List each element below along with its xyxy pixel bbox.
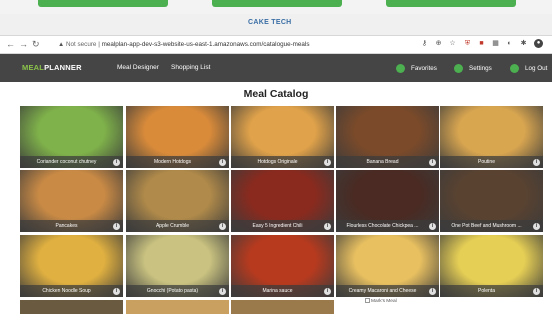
page-title: Meal Catalog bbox=[243, 88, 309, 100]
meal-name: Marina sauce bbox=[231, 285, 334, 297]
broken-image[interactable]: Mark's Meal bbox=[365, 298, 397, 304]
meal-name: Banana Bread bbox=[336, 156, 439, 168]
brand-logo: CAKE TECH bbox=[248, 19, 292, 26]
info-icon[interactable]: i bbox=[429, 223, 436, 230]
star-icon[interactable]: ☆ bbox=[448, 39, 457, 48]
forward-icon[interactable]: → bbox=[19, 39, 28, 49]
meal-card[interactable]: Modern Hotdogs i bbox=[126, 106, 229, 168]
back-icon[interactable]: ← bbox=[6, 39, 15, 49]
meal-name: Creamy Macaroni and Cheese bbox=[336, 285, 439, 297]
meal-name: Gnocchi (Potato pasta) bbox=[126, 285, 229, 297]
info-icon[interactable]: i bbox=[429, 288, 436, 295]
meal-name: Flourless Chocolate Chickpea ... bbox=[336, 220, 439, 232]
meal-card[interactable]: Coriander coconut chutney i bbox=[20, 106, 123, 168]
browser-toolbar: ← → ↻ ▲ Not secure | mealplan-app-dev-s3… bbox=[0, 36, 552, 54]
meal-card[interactable]: Creamy Macaroni and Cheese i bbox=[336, 235, 439, 297]
url-text: mealplan-app-dev-s3-website-us-east-1.am… bbox=[101, 41, 310, 48]
puzzle-icon[interactable]: ✱ bbox=[519, 39, 528, 48]
info-icon[interactable]: i bbox=[324, 159, 331, 166]
profile-avatar-icon[interactable]: ● bbox=[534, 39, 543, 48]
logo-prefix: MEAL bbox=[22, 63, 45, 72]
info-icon[interactable]: i bbox=[324, 223, 331, 230]
info-icon[interactable]: i bbox=[113, 288, 120, 295]
nav-logout[interactable]: Log Out bbox=[510, 62, 547, 74]
meal-name: Apple Crumble bbox=[126, 220, 229, 232]
favorites-icon bbox=[396, 63, 405, 73]
info-icon[interactable]: i bbox=[219, 223, 226, 230]
meal-card[interactable]: Chicken Noodle Soup i bbox=[20, 235, 123, 297]
info-icon[interactable]: i bbox=[219, 159, 226, 166]
warning-icon: ▲ bbox=[58, 41, 66, 48]
meal-name: Poutine bbox=[440, 156, 543, 168]
partial-green-button[interactable] bbox=[38, 0, 168, 7]
meal-card-partial[interactable] bbox=[126, 300, 229, 314]
grid-icon[interactable]: ▦ bbox=[491, 39, 500, 48]
meal-name: Pancakes bbox=[20, 220, 123, 232]
security-label: Not secure bbox=[65, 41, 97, 48]
app-navbar: MEALPLANNER Meal Designer Shopping List … bbox=[0, 54, 552, 82]
info-icon[interactable]: i bbox=[113, 223, 120, 230]
logout-label: Log Out bbox=[525, 64, 548, 72]
partial-green-button[interactable] bbox=[212, 0, 342, 7]
meal-name: Modern Hotdogs bbox=[126, 156, 229, 168]
extension-icon[interactable]: ◐ bbox=[505, 39, 514, 48]
meal-card[interactable]: Polenta i bbox=[440, 235, 543, 297]
nav-meal-designer[interactable]: Meal Designer bbox=[117, 64, 159, 71]
logout-icon bbox=[510, 63, 519, 73]
address-bar[interactable]: ▲ Not secure | mealplan-app-dev-s3-websi… bbox=[58, 39, 418, 51]
settings-icon bbox=[454, 63, 463, 73]
meal-card[interactable]: Easy 5 Ingredient Chili i bbox=[231, 170, 334, 232]
meal-card[interactable]: Hotdogs Originale i bbox=[231, 106, 334, 168]
nav-shopping-list[interactable]: Shopping List bbox=[171, 64, 210, 71]
logo-suffix: PLANNER bbox=[44, 63, 82, 72]
info-icon[interactable]: i bbox=[429, 159, 436, 166]
meal-name: One Pot Beef and Mushroom ... bbox=[440, 220, 543, 232]
partial-green-button[interactable] bbox=[386, 0, 516, 7]
meal-name: Coriander coconut chutney bbox=[20, 156, 123, 168]
app-logo[interactable]: MEALPLANNER bbox=[22, 63, 82, 72]
key-icon[interactable]: ⚷ bbox=[420, 39, 429, 48]
info-icon[interactable]: i bbox=[219, 288, 226, 295]
previous-section-strip bbox=[0, 0, 552, 14]
info-icon[interactable]: i bbox=[113, 159, 120, 166]
meal-card[interactable]: Apple Crumble i bbox=[126, 170, 229, 232]
meal-card-partial[interactable] bbox=[231, 300, 334, 314]
meal-name: Polenta bbox=[440, 285, 543, 297]
meal-card[interactable]: Poutine i bbox=[440, 106, 543, 168]
broken-image-icon bbox=[365, 298, 370, 303]
settings-label: Settings bbox=[469, 64, 492, 72]
meal-card[interactable]: Gnocchi (Potato pasta) i bbox=[126, 235, 229, 297]
brand-bar: CAKE TECH bbox=[0, 14, 552, 36]
broken-image-alt: Mark's Meal bbox=[371, 299, 397, 304]
meal-card[interactable]: Pancakes i bbox=[20, 170, 123, 232]
meal-card-partial[interactable] bbox=[20, 300, 123, 314]
meal-card[interactable]: Flourless Chocolate Chickpea ... i bbox=[336, 170, 439, 232]
meal-name: Chicken Noodle Soup bbox=[20, 285, 123, 297]
browser-extensions: ⚷ ⊕ ☆ ⛨ ■ ▦ ◐ ✱ ● bbox=[420, 39, 550, 51]
nav-settings[interactable]: Settings bbox=[454, 62, 492, 74]
info-icon[interactable]: i bbox=[533, 159, 540, 166]
meal-name: Hotdogs Originale bbox=[231, 156, 334, 168]
meal-card[interactable]: Marina sauce i bbox=[231, 235, 334, 297]
meal-card[interactable]: Banana Bread i bbox=[336, 106, 439, 168]
meal-card[interactable]: One Pot Beef and Mushroom ... i bbox=[440, 170, 543, 232]
info-icon[interactable]: i bbox=[533, 223, 540, 230]
zoom-icon[interactable]: ⊕ bbox=[434, 39, 443, 48]
shield-icon[interactable]: ⛨ bbox=[463, 39, 472, 48]
reload-icon[interactable]: ↻ bbox=[32, 39, 40, 50]
extension-red-icon[interactable]: ■ bbox=[477, 39, 486, 48]
nav-favorites[interactable]: Favorites bbox=[396, 62, 437, 74]
info-icon[interactable]: i bbox=[324, 288, 331, 295]
favorites-label: Favorites bbox=[411, 64, 437, 72]
info-icon[interactable]: i bbox=[533, 288, 540, 295]
meal-name: Easy 5 Ingredient Chili bbox=[231, 220, 334, 232]
